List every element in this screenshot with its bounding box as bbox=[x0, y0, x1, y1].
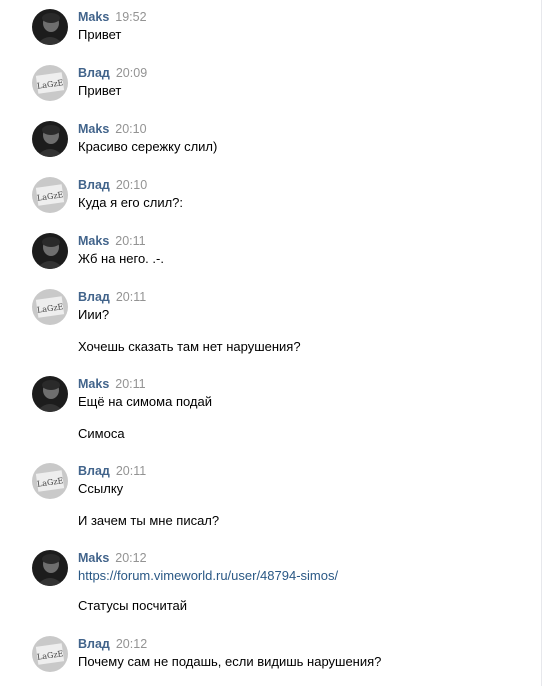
message-text: Статусы посчитай bbox=[78, 598, 188, 613]
message-time[interactable]: 20:09 bbox=[116, 66, 147, 80]
vlad-avatar[interactable]: LaGzE bbox=[32, 65, 68, 101]
vlad-avatar[interactable]: LaGzE bbox=[32, 289, 68, 325]
message-text: Привет bbox=[78, 27, 122, 42]
message-text: Привет bbox=[78, 83, 122, 98]
message-text: Иии? bbox=[78, 307, 110, 322]
message-time[interactable]: 20:11 bbox=[116, 290, 146, 304]
vlad-avatar[interactable]: LaGzE bbox=[32, 177, 68, 213]
author-name[interactable]: Влад bbox=[78, 178, 110, 192]
message-text: Жб на него. .-. bbox=[78, 251, 164, 266]
message-time[interactable]: 20:10 bbox=[115, 122, 146, 136]
scrollbar[interactable] bbox=[541, 0, 553, 686]
author-name[interactable]: Влад bbox=[78, 290, 110, 304]
profile-link[interactable]: https://forum.vimeworld.ru/user/48794-si… bbox=[78, 568, 338, 583]
maks-avatar[interactable] bbox=[32, 550, 68, 586]
author-name[interactable]: Maks bbox=[78, 122, 109, 136]
message-text: Симоса bbox=[78, 426, 125, 441]
vlad-avatar[interactable]: LaGzE bbox=[32, 636, 68, 672]
message-time[interactable]: 20:11 bbox=[116, 464, 146, 478]
author-name[interactable]: Влад bbox=[78, 464, 110, 478]
message-text: Куда я его слил?: bbox=[78, 195, 184, 210]
author-name[interactable]: Maks bbox=[78, 551, 109, 565]
message-time[interactable]: 19:52 bbox=[115, 10, 146, 24]
maks-avatar[interactable] bbox=[32, 121, 68, 157]
message-time[interactable]: 20:12 bbox=[115, 551, 146, 565]
message-link-line: https://forum.vimeworld.ru/user/48794-si… bbox=[78, 568, 338, 584]
vlad-avatar[interactable]: LaGzE bbox=[32, 463, 68, 499]
message-text: Ещё на симома подай bbox=[78, 394, 212, 409]
message-text: Красиво сережку слил) bbox=[78, 139, 218, 154]
message-time[interactable]: 20:11 bbox=[115, 234, 145, 248]
message-text: Хочешь сказать там нет нарушения? bbox=[78, 339, 301, 354]
author-name[interactable]: Maks bbox=[78, 377, 109, 391]
maks-avatar[interactable] bbox=[32, 233, 68, 269]
maks-avatar[interactable] bbox=[32, 9, 68, 45]
message-time[interactable]: 20:10 bbox=[116, 178, 147, 192]
author-name[interactable]: Влад bbox=[78, 66, 110, 80]
message-text: Почему сам не подашь, если видишь наруше… bbox=[78, 654, 382, 669]
message-text: И зачем ты мне писал? bbox=[78, 513, 220, 528]
author-name[interactable]: Влад bbox=[78, 637, 110, 651]
message-text: Ссылку bbox=[78, 481, 124, 496]
author-name[interactable]: Maks bbox=[78, 10, 109, 24]
message-time[interactable]: 20:11 bbox=[115, 377, 145, 391]
message-time[interactable]: 20:12 bbox=[116, 637, 147, 651]
author-name[interactable]: Maks bbox=[78, 234, 109, 248]
maks-avatar[interactable] bbox=[32, 376, 68, 412]
